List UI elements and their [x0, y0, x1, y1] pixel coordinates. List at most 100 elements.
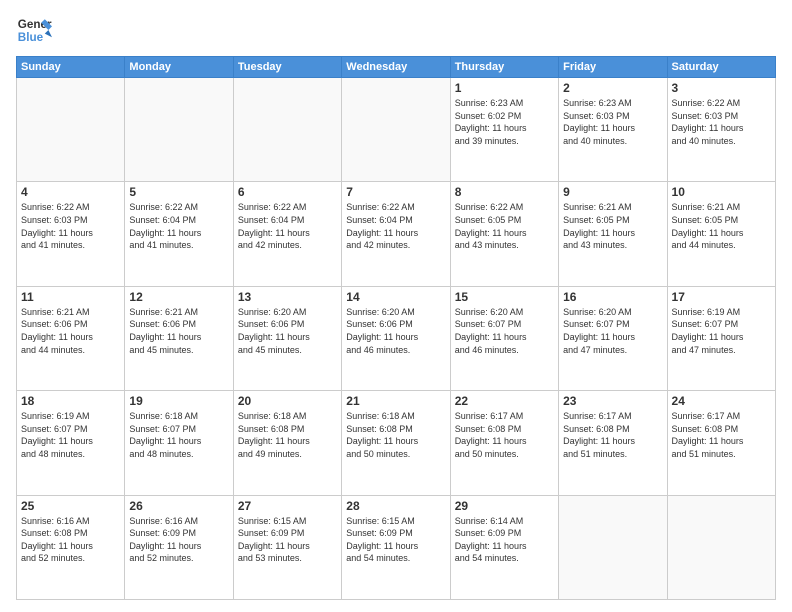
day-number: 28: [346, 499, 445, 513]
day-info: Sunrise: 6:21 AM Sunset: 6:06 PM Dayligh…: [21, 306, 120, 356]
day-number: 1: [455, 81, 554, 95]
calendar-day-header: Friday: [559, 57, 667, 78]
day-info: Sunrise: 6:18 AM Sunset: 6:07 PM Dayligh…: [129, 410, 228, 460]
calendar-cell: [233, 78, 341, 182]
day-info: Sunrise: 6:22 AM Sunset: 6:03 PM Dayligh…: [21, 201, 120, 251]
calendar-cell: [342, 78, 450, 182]
day-info: Sunrise: 6:17 AM Sunset: 6:08 PM Dayligh…: [563, 410, 662, 460]
day-info: Sunrise: 6:18 AM Sunset: 6:08 PM Dayligh…: [238, 410, 337, 460]
day-number: 29: [455, 499, 554, 513]
day-info: Sunrise: 6:17 AM Sunset: 6:08 PM Dayligh…: [455, 410, 554, 460]
day-number: 3: [672, 81, 771, 95]
calendar-day-header: Tuesday: [233, 57, 341, 78]
calendar-week-row: 25Sunrise: 6:16 AM Sunset: 6:08 PM Dayli…: [17, 495, 776, 599]
calendar-day-header: Monday: [125, 57, 233, 78]
calendar-cell: 27 Sunrise: 6:15 AM Sunset: 6:09 PM Dayli…: [233, 495, 341, 599]
day-info: Sunrise: 6:23 AM Sunset: 6:03 PM Dayligh…: [563, 97, 662, 147]
day-info: Sunrise: 6:16 AM Sunset: 6:08 PM Dayligh…: [21, 515, 120, 565]
calendar-cell: 13 Sunrise: 6:20 AM Sunset: 6:06 PM Dayli…: [233, 286, 341, 390]
calendar-table: SundayMondayTuesdayWednesdayThursdayFrid…: [16, 56, 776, 600]
day-info: Sunrise: 6:20 AM Sunset: 6:06 PM Dayligh…: [346, 306, 445, 356]
calendar-week-row: 4 Sunrise: 6:22 AM Sunset: 6:03 PM Daylig…: [17, 182, 776, 286]
day-info: Sunrise: 6:22 AM Sunset: 6:04 PM Dayligh…: [346, 201, 445, 251]
calendar-cell: 8 Sunrise: 6:22 AM Sunset: 6:05 PM Daylig…: [450, 182, 558, 286]
day-info: Sunrise: 6:15 AM Sunset: 6:09 PM Dayligh…: [238, 515, 337, 565]
day-number: 20: [238, 394, 337, 408]
day-number: 17: [672, 290, 771, 304]
day-info: Sunrise: 6:22 AM Sunset: 6:04 PM Dayligh…: [129, 201, 228, 251]
day-info: Sunrise: 6:20 AM Sunset: 6:07 PM Dayligh…: [563, 306, 662, 356]
calendar-cell: 17 Sunrise: 6:19 AM Sunset: 6:07 PM Dayli…: [667, 286, 775, 390]
calendar-cell: 28 Sunrise: 6:15 AM Sunset: 6:09 PM Dayli…: [342, 495, 450, 599]
day-number: 11: [21, 290, 120, 304]
calendar-cell: 25Sunrise: 6:16 AM Sunset: 6:08 PM Dayli…: [17, 495, 125, 599]
day-info: Sunrise: 6:22 AM Sunset: 6:03 PM Dayligh…: [672, 97, 771, 147]
calendar-day-header: Sunday: [17, 57, 125, 78]
calendar-day-header: Thursday: [450, 57, 558, 78]
page: General Blue SundayMondayTuesdayWednesda…: [0, 0, 792, 612]
day-number: 2: [563, 81, 662, 95]
calendar-day-header: Saturday: [667, 57, 775, 78]
calendar-cell: 19 Sunrise: 6:18 AM Sunset: 6:07 PM Dayli…: [125, 391, 233, 495]
day-number: 5: [129, 185, 228, 199]
calendar-week-row: 11 Sunrise: 6:21 AM Sunset: 6:06 PM Dayli…: [17, 286, 776, 390]
day-info: Sunrise: 6:21 AM Sunset: 6:06 PM Dayligh…: [129, 306, 228, 356]
day-info: Sunrise: 6:18 AM Sunset: 6:08 PM Dayligh…: [346, 410, 445, 460]
day-number: 19: [129, 394, 228, 408]
day-info: Sunrise: 6:19 AM Sunset: 6:07 PM Dayligh…: [672, 306, 771, 356]
calendar-cell: 4 Sunrise: 6:22 AM Sunset: 6:03 PM Daylig…: [17, 182, 125, 286]
calendar-cell: 6Sunrise: 6:22 AM Sunset: 6:04 PM Daylig…: [233, 182, 341, 286]
day-number: 18: [21, 394, 120, 408]
calendar-cell: 24Sunrise: 6:17 AM Sunset: 6:08 PM Dayli…: [667, 391, 775, 495]
day-info: Sunrise: 6:22 AM Sunset: 6:05 PM Dayligh…: [455, 201, 554, 251]
day-number: 26: [129, 499, 228, 513]
logo: General Blue: [16, 12, 52, 48]
calendar-cell: 21Sunrise: 6:18 AM Sunset: 6:08 PM Dayli…: [342, 391, 450, 495]
day-number: 6: [238, 185, 337, 199]
calendar-cell: 14 Sunrise: 6:20 AM Sunset: 6:06 PM Dayli…: [342, 286, 450, 390]
calendar-cell: [559, 495, 667, 599]
day-info: Sunrise: 6:23 AM Sunset: 6:02 PM Dayligh…: [455, 97, 554, 147]
day-info: Sunrise: 6:21 AM Sunset: 6:05 PM Dayligh…: [563, 201, 662, 251]
calendar-cell: 20 Sunrise: 6:18 AM Sunset: 6:08 PM Dayli…: [233, 391, 341, 495]
calendar-cell: 15 Sunrise: 6:20 AM Sunset: 6:07 PM Dayli…: [450, 286, 558, 390]
day-info: Sunrise: 6:20 AM Sunset: 6:07 PM Dayligh…: [455, 306, 554, 356]
day-number: 23: [563, 394, 662, 408]
day-info: Sunrise: 6:14 AM Sunset: 6:09 PM Dayligh…: [455, 515, 554, 565]
calendar-cell: 22 Sunrise: 6:17 AM Sunset: 6:08 PM Dayli…: [450, 391, 558, 495]
day-number: 27: [238, 499, 337, 513]
day-number: 9: [563, 185, 662, 199]
day-number: 16: [563, 290, 662, 304]
day-number: 4: [21, 185, 120, 199]
calendar-cell: [17, 78, 125, 182]
day-info: Sunrise: 6:15 AM Sunset: 6:09 PM Dayligh…: [346, 515, 445, 565]
day-info: Sunrise: 6:17 AM Sunset: 6:08 PM Dayligh…: [672, 410, 771, 460]
day-info: Sunrise: 6:20 AM Sunset: 6:06 PM Dayligh…: [238, 306, 337, 356]
header: General Blue: [16, 12, 776, 48]
day-number: 12: [129, 290, 228, 304]
calendar-header-row: SundayMondayTuesdayWednesdayThursdayFrid…: [17, 57, 776, 78]
day-number: 14: [346, 290, 445, 304]
day-info: Sunrise: 6:16 AM Sunset: 6:09 PM Dayligh…: [129, 515, 228, 565]
day-info: Sunrise: 6:21 AM Sunset: 6:05 PM Dayligh…: [672, 201, 771, 251]
day-number: 13: [238, 290, 337, 304]
calendar-cell: 26 Sunrise: 6:16 AM Sunset: 6:09 PM Dayli…: [125, 495, 233, 599]
calendar-cell: 5 Sunrise: 6:22 AM Sunset: 6:04 PM Daylig…: [125, 182, 233, 286]
day-number: 7: [346, 185, 445, 199]
calendar-cell: [125, 78, 233, 182]
day-number: 10: [672, 185, 771, 199]
day-number: 8: [455, 185, 554, 199]
calendar-cell: 12 Sunrise: 6:21 AM Sunset: 6:06 PM Dayli…: [125, 286, 233, 390]
calendar-cell: 3 Sunrise: 6:22 AM Sunset: 6:03 PM Daylig…: [667, 78, 775, 182]
calendar-cell: 23 Sunrise: 6:17 AM Sunset: 6:08 PM Dayli…: [559, 391, 667, 495]
calendar-day-header: Wednesday: [342, 57, 450, 78]
calendar-cell: 9 Sunrise: 6:21 AM Sunset: 6:05 PM Daylig…: [559, 182, 667, 286]
calendar-cell: 16 Sunrise: 6:20 AM Sunset: 6:07 PM Dayli…: [559, 286, 667, 390]
day-number: 15: [455, 290, 554, 304]
calendar-cell: 2 Sunrise: 6:23 AM Sunset: 6:03 PM Daylig…: [559, 78, 667, 182]
logo-icon: General Blue: [16, 12, 52, 48]
svg-text:Blue: Blue: [18, 31, 44, 44]
day-number: 22: [455, 394, 554, 408]
calendar-cell: [667, 495, 775, 599]
calendar-cell: 18Sunrise: 6:19 AM Sunset: 6:07 PM Dayli…: [17, 391, 125, 495]
